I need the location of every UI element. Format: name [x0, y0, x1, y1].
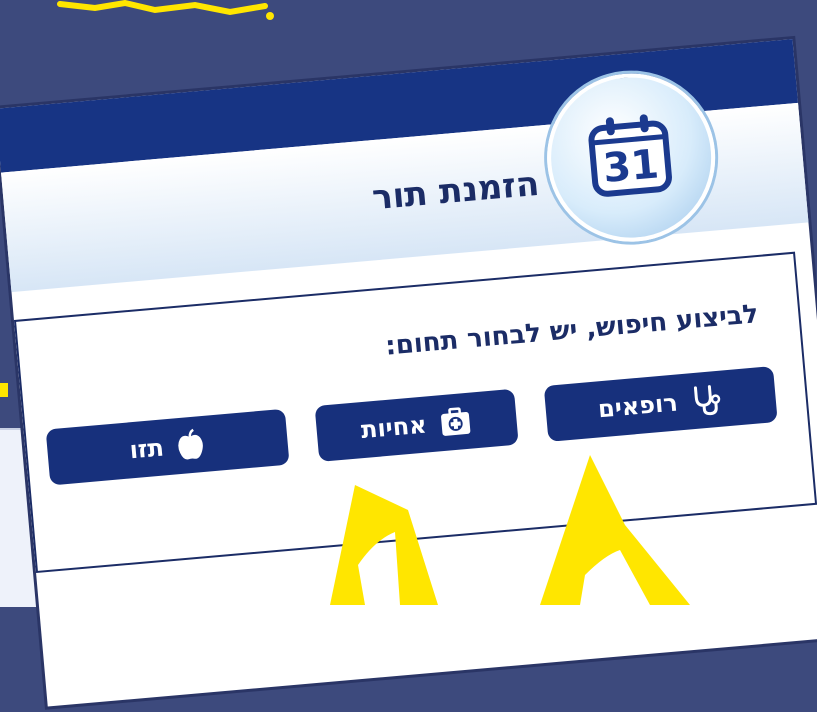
pointer-arrow-doctors [540, 455, 690, 605]
nutrition-button[interactable]: תזו [45, 408, 290, 486]
nutrition-label: תזו [128, 433, 165, 465]
calendar-icon: 31 [588, 114, 672, 197]
appointment-card: הזמנת תור לביצוע חיפוש, יש לבחור תחום: ר… [0, 38, 817, 712]
first-aid-kit-icon [437, 404, 474, 439]
stethoscope-icon [688, 382, 725, 419]
nurses-button[interactable]: אחיות [314, 388, 519, 462]
card-body: הזמנת תור לביצוע חיפוש, יש לבחור תחום: ר… [0, 39, 817, 707]
yellow-scribble [57, 0, 274, 20]
nurses-label: אחיות [359, 410, 428, 445]
doctors-button[interactable]: רופאים [543, 366, 778, 442]
apple-icon [174, 427, 207, 463]
pointer-arrow-nurses [330, 485, 438, 605]
yellow-marker [0, 383, 8, 397]
doctors-label: רופאים [596, 388, 679, 424]
calendar-day: 31 [601, 141, 660, 192]
search-prompt: לביצוע חיפוש, יש לבחור תחום: [384, 299, 760, 362]
